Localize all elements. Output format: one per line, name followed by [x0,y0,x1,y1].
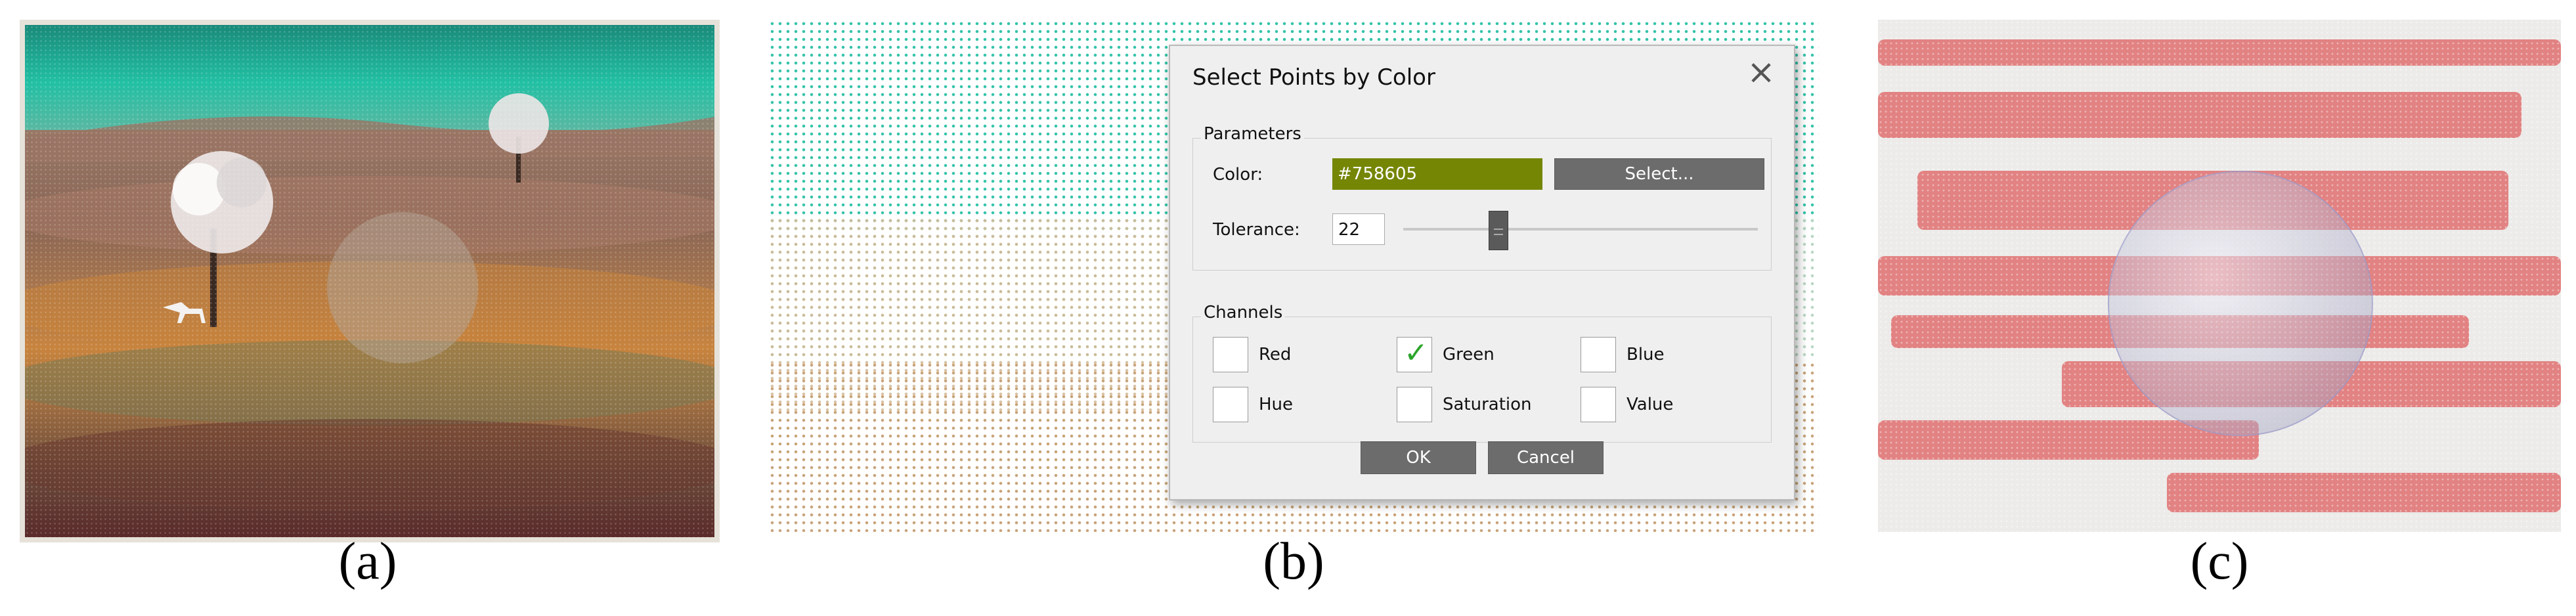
color-label: Color: [1213,165,1263,185]
select-points-dialog: Select Points by Color × Parameters Colo… [1169,45,1795,500]
tolerance-input[interactable]: 22 [1332,213,1385,245]
caption-a: (a) [338,533,397,590]
parameters-group: Parameters Color: #758605 Select... Tole… [1192,124,1772,271]
color-swatch[interactable]: #758605 [1332,158,1542,190]
dialog-title: Select Points by Color [1192,64,1435,91]
select-color-button[interactable]: Select... [1554,158,1764,190]
selection-sphere [2108,171,2373,436]
checkbox-saturation-label: Saturation [1443,395,1532,414]
checkbox-hue-label: Hue [1259,395,1294,414]
checkbox-hue[interactable] [1213,387,1248,422]
color-value: #758605 [1338,164,1418,184]
checkbox-green[interactable]: ✓ [1397,336,1432,372]
checkbox-red-label: Red [1259,345,1292,364]
caption-c: (c) [2190,533,2249,590]
channels-group: Channels Red ✓ Green Blue Hue Saturation… [1192,303,1772,443]
checkbox-red[interactable] [1213,337,1248,372]
checkbox-saturation[interactable] [1397,387,1432,422]
checkbox-value-label: Value [1626,395,1674,414]
cancel-button[interactable]: Cancel [1488,441,1604,474]
parameters-group-label: Parameters [1201,124,1304,144]
point-cloud-view: Select Points by Color × Parameters Colo… [768,20,1819,532]
channels-group-label: Channels [1201,303,1286,322]
check-icon: ✓ [1404,336,1428,370]
checkbox-blue-label: Blue [1626,345,1665,364]
selection-result-image [1878,20,2561,532]
ok-button[interactable]: OK [1361,441,1476,474]
checkbox-green-label: Green [1443,345,1495,364]
checkbox-value[interactable] [1581,387,1616,422]
tolerance-slider-thumb[interactable] [1489,211,1508,250]
tolerance-slider-track[interactable] [1403,228,1758,231]
painting-image [20,20,720,542]
checkbox-blue[interactable] [1581,337,1616,372]
close-icon[interactable]: × [1745,55,1777,89]
tolerance-label: Tolerance: [1213,220,1300,240]
caption-b: (b) [1263,533,1324,590]
